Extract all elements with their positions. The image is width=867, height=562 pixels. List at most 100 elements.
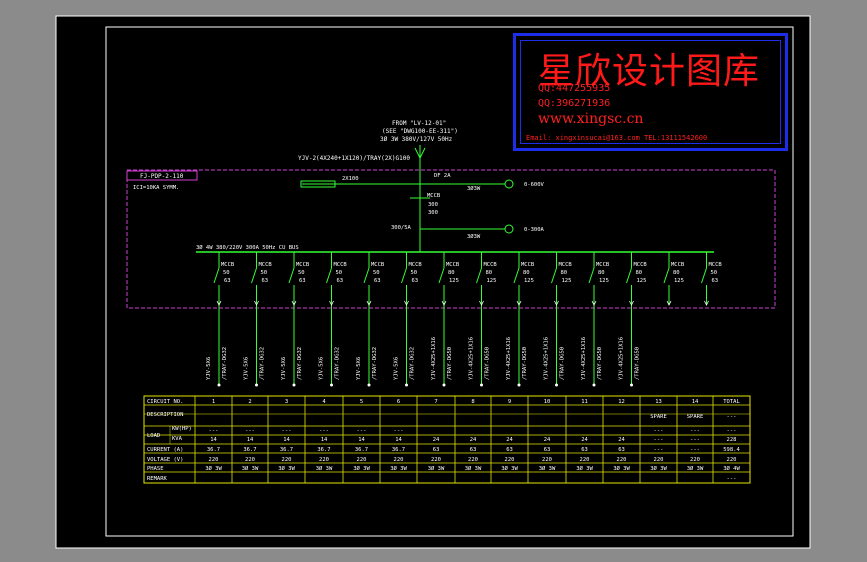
cell-kva: --- [690, 437, 700, 443]
cell-no: 9 [508, 399, 511, 405]
breaker-trip: 50 [336, 270, 343, 276]
source-cable: YJV-2(4X240+1X120)/TRAY(2X)G100 [298, 155, 410, 162]
cell-phase: 3Ø 3W [539, 465, 556, 472]
cell-phase: 3Ø 3W [205, 465, 222, 472]
load-terminal-icon [480, 383, 483, 387]
main-mccb-setting: 300 [428, 210, 438, 216]
cell-kw: --- [357, 428, 367, 434]
cell-voltage: 220 [617, 457, 627, 463]
cell-kw: --- [654, 428, 664, 434]
cell-voltage: 220 [431, 457, 441, 463]
row-label: REMARK [147, 476, 168, 482]
cell-phase: 3Ø 3W [687, 465, 704, 472]
cell-kw: --- [727, 428, 737, 434]
cell-current: 63 [433, 447, 440, 453]
feeder-route: /TRAY-DG32 [335, 347, 341, 380]
feeder-cable: YJV-5X6 [319, 357, 325, 380]
cell-current: 63 [581, 447, 588, 453]
breaker-frame: 125 [562, 278, 572, 284]
feeder-cable: YJV-4X25+1X16 [619, 337, 625, 380]
cell-kva: 24 [618, 437, 625, 443]
cell-voltage: 220 [727, 457, 737, 463]
cell-no: 8 [471, 399, 474, 405]
breaker-trip: 80 [523, 270, 530, 276]
meter-2x100: 2X100 [342, 176, 359, 182]
panel-rating: ICI=10KA SYMM. [133, 185, 179, 191]
load-terminal-icon [255, 383, 258, 387]
breaker-type: MCCB [334, 262, 348, 268]
cell-voltage: 220 [357, 457, 367, 463]
ct-label: 300/5A [391, 225, 412, 231]
cell-kva: 24 [581, 437, 588, 443]
cell-no: 3 [285, 399, 288, 405]
cell-kw: --- [245, 428, 255, 434]
cell-no: TOTAL [723, 399, 740, 405]
cell-phase: 3Ø 3W [465, 465, 482, 472]
cell-voltage: 220 [282, 457, 292, 463]
row-label: CIRCUIT NO. [147, 399, 183, 405]
breaker-trip: 80 [673, 270, 680, 276]
cell-current: 36.7 [280, 447, 293, 453]
source-from: FROM "LV-12-01" [392, 120, 446, 127]
feeder-route: /TRAY-DG32 [372, 347, 378, 380]
feeder-cable: YJV-5X6 [394, 357, 400, 380]
breaker-trip: 50 [711, 270, 718, 276]
load-terminal-icon [330, 383, 333, 387]
breaker-trip: 50 [223, 270, 230, 276]
breaker-frame: 63 [412, 278, 419, 284]
breaker-type: MCCB [521, 262, 535, 268]
cell-current: 36.7 [392, 447, 405, 453]
cell-current: 598.4 [723, 447, 740, 453]
source-supply: 3Ø 3W 380V/127V 50Hz [380, 136, 453, 143]
load-terminal-icon [630, 383, 633, 387]
cell-current: 36.7 [243, 447, 256, 453]
cell-desc: SPARE [687, 414, 704, 420]
breaker-frame: 63 [299, 278, 306, 284]
cell-kva: 24 [506, 437, 513, 443]
cell-kw: --- [319, 428, 329, 434]
cell-no: 7 [434, 399, 437, 405]
breaker-frame: 125 [674, 278, 684, 284]
breaker-frame: 63 [374, 278, 381, 284]
cell-phase: 3Ø 4W [723, 465, 740, 472]
cell-no: 6 [397, 399, 400, 405]
cell-current: --- [654, 447, 664, 453]
breaker-trip: 50 [298, 270, 305, 276]
cell-kva: 14 [210, 437, 217, 443]
load-terminal-icon [217, 383, 221, 387]
cell-current: 36.7 [355, 447, 368, 453]
cell-no: 14 [692, 399, 699, 405]
breaker-type: MCCB [259, 262, 273, 268]
cell-phase: 3Ø 3W [428, 465, 445, 472]
breaker-trip: 80 [448, 270, 455, 276]
stamp-website: www.xingsc.cn [538, 111, 644, 127]
breaker-frame: 125 [524, 278, 534, 284]
breaker-trip: 50 [373, 270, 380, 276]
row-label: KVA [172, 436, 183, 442]
cell-phase: 3Ø 3W [650, 465, 667, 472]
cell-current: --- [690, 447, 700, 453]
feeder-route: /TRAY-DG32 [260, 347, 266, 380]
cell-no: 11 [581, 399, 588, 405]
cell-voltage: 220 [690, 457, 700, 463]
cell-desc: SPARE [650, 414, 667, 420]
cell-kva: 24 [433, 437, 440, 443]
cell-kva: 14 [283, 437, 290, 443]
cell-voltage: 220 [319, 457, 329, 463]
cell-remark: --- [727, 476, 737, 482]
cell-kva: 14 [358, 437, 365, 443]
cell-kva: 14 [321, 437, 328, 443]
df-label: DF 2A [434, 173, 451, 179]
row-label: VOLTAGE (V) [147, 457, 183, 463]
feeder-route: /TRAY-DG50 [635, 347, 641, 380]
feeder-cable: YJV-5X6 [206, 357, 212, 380]
cell-desc: --- [727, 414, 737, 420]
cell-voltage: 220 [505, 457, 515, 463]
feeder-route: /TRAY-DG32 [222, 347, 228, 380]
cell-phase: 3Ø 3W [316, 465, 333, 472]
main-mccb-rating: 300 [428, 202, 438, 208]
ammeter-label: 0-300A [524, 227, 545, 233]
cell-kva: 24 [544, 437, 551, 443]
load-terminal-icon [442, 383, 446, 387]
cell-current: 63 [618, 447, 625, 453]
